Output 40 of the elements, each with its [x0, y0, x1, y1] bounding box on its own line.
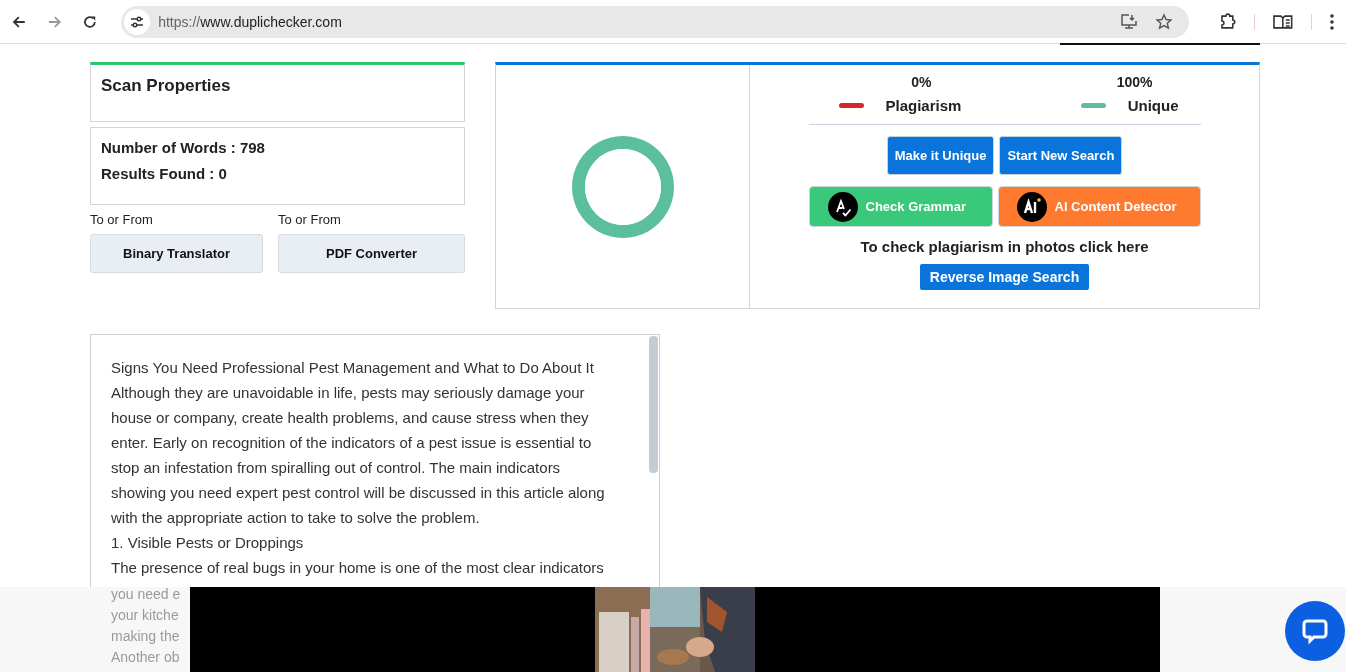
legend-label: Plagiarism [885, 97, 962, 114]
chat-icon [1301, 617, 1329, 645]
url-text: https://www.duplichecker.com [158, 13, 342, 30]
scrollbar-thumb[interactable] [649, 336, 658, 473]
text-paragraph: The presence of real bugs in your home is one of the most clear indicators [111, 558, 605, 578]
extensions-icon[interactable] [1218, 12, 1237, 31]
menu-icon[interactable] [1330, 13, 1334, 30]
reverse-image-search-button[interactable]: Reverse Image Search [919, 264, 1090, 290]
card-title: Scan Properties [101, 76, 231, 95]
text-paragraph: Although they are unavoidable in life, pests may seriously damage your house or company, create health problems, and cause stress when they enter. Early on recognition of the indicators of a pest issue is essential to stop an infestation from spiralling out of control. The main indicators showing you need expert pest control will be discussed in this article along with the appropriate action to take to solve the problem. [111, 383, 606, 528]
star-icon[interactable] [1154, 12, 1173, 31]
faded-text: making the [111, 627, 181, 646]
action-button[interactable]: Make it Unique [886, 136, 995, 175]
chat-button[interactable] [1285, 601, 1345, 661]
text-paragraph: Signs You Need Professional Pest Management and What to Do About It [111, 358, 595, 378]
results-count: Results Found : 0 [101, 165, 228, 182]
install-icon[interactable] [1119, 12, 1138, 31]
ai-badge-icon [1016, 191, 1047, 222]
tool-button[interactable]: PDF Converter [278, 234, 465, 273]
word-count: Number of Words : 798 [101, 139, 266, 156]
text-paragraph: 1. Visible Pests or Droppings [111, 533, 305, 553]
faded-text: you need e [111, 585, 182, 604]
percent-value: 0% [911, 74, 932, 90]
forward-icon[interactable] [46, 13, 63, 30]
tool-caption: To or From [90, 212, 154, 227]
ai-detector-button[interactable]: AI Content Detector [997, 186, 1201, 227]
photo-check-hint: To check plagiarism in photos click here [860, 238, 1149, 255]
grammar-check-icon [827, 191, 858, 222]
tool-caption: To or From [278, 212, 342, 227]
tool-button[interactable]: Binary Translator [90, 234, 263, 273]
faded-text: your kitche [111, 606, 180, 625]
address-bar[interactable]: https://www.duplichecker.com [121, 5, 1189, 38]
faded-text: Another ob [111, 648, 181, 667]
video-player[interactable] [190, 587, 1160, 672]
site-settings-icon[interactable] [124, 8, 151, 35]
reload-icon[interactable] [82, 13, 99, 30]
action-button[interactable]: Start New Search [999, 136, 1123, 175]
reading-mode-icon[interactable] [1273, 13, 1294, 30]
legend-label: Unique [1127, 97, 1179, 114]
percent-value: 100% [1116, 74, 1153, 90]
